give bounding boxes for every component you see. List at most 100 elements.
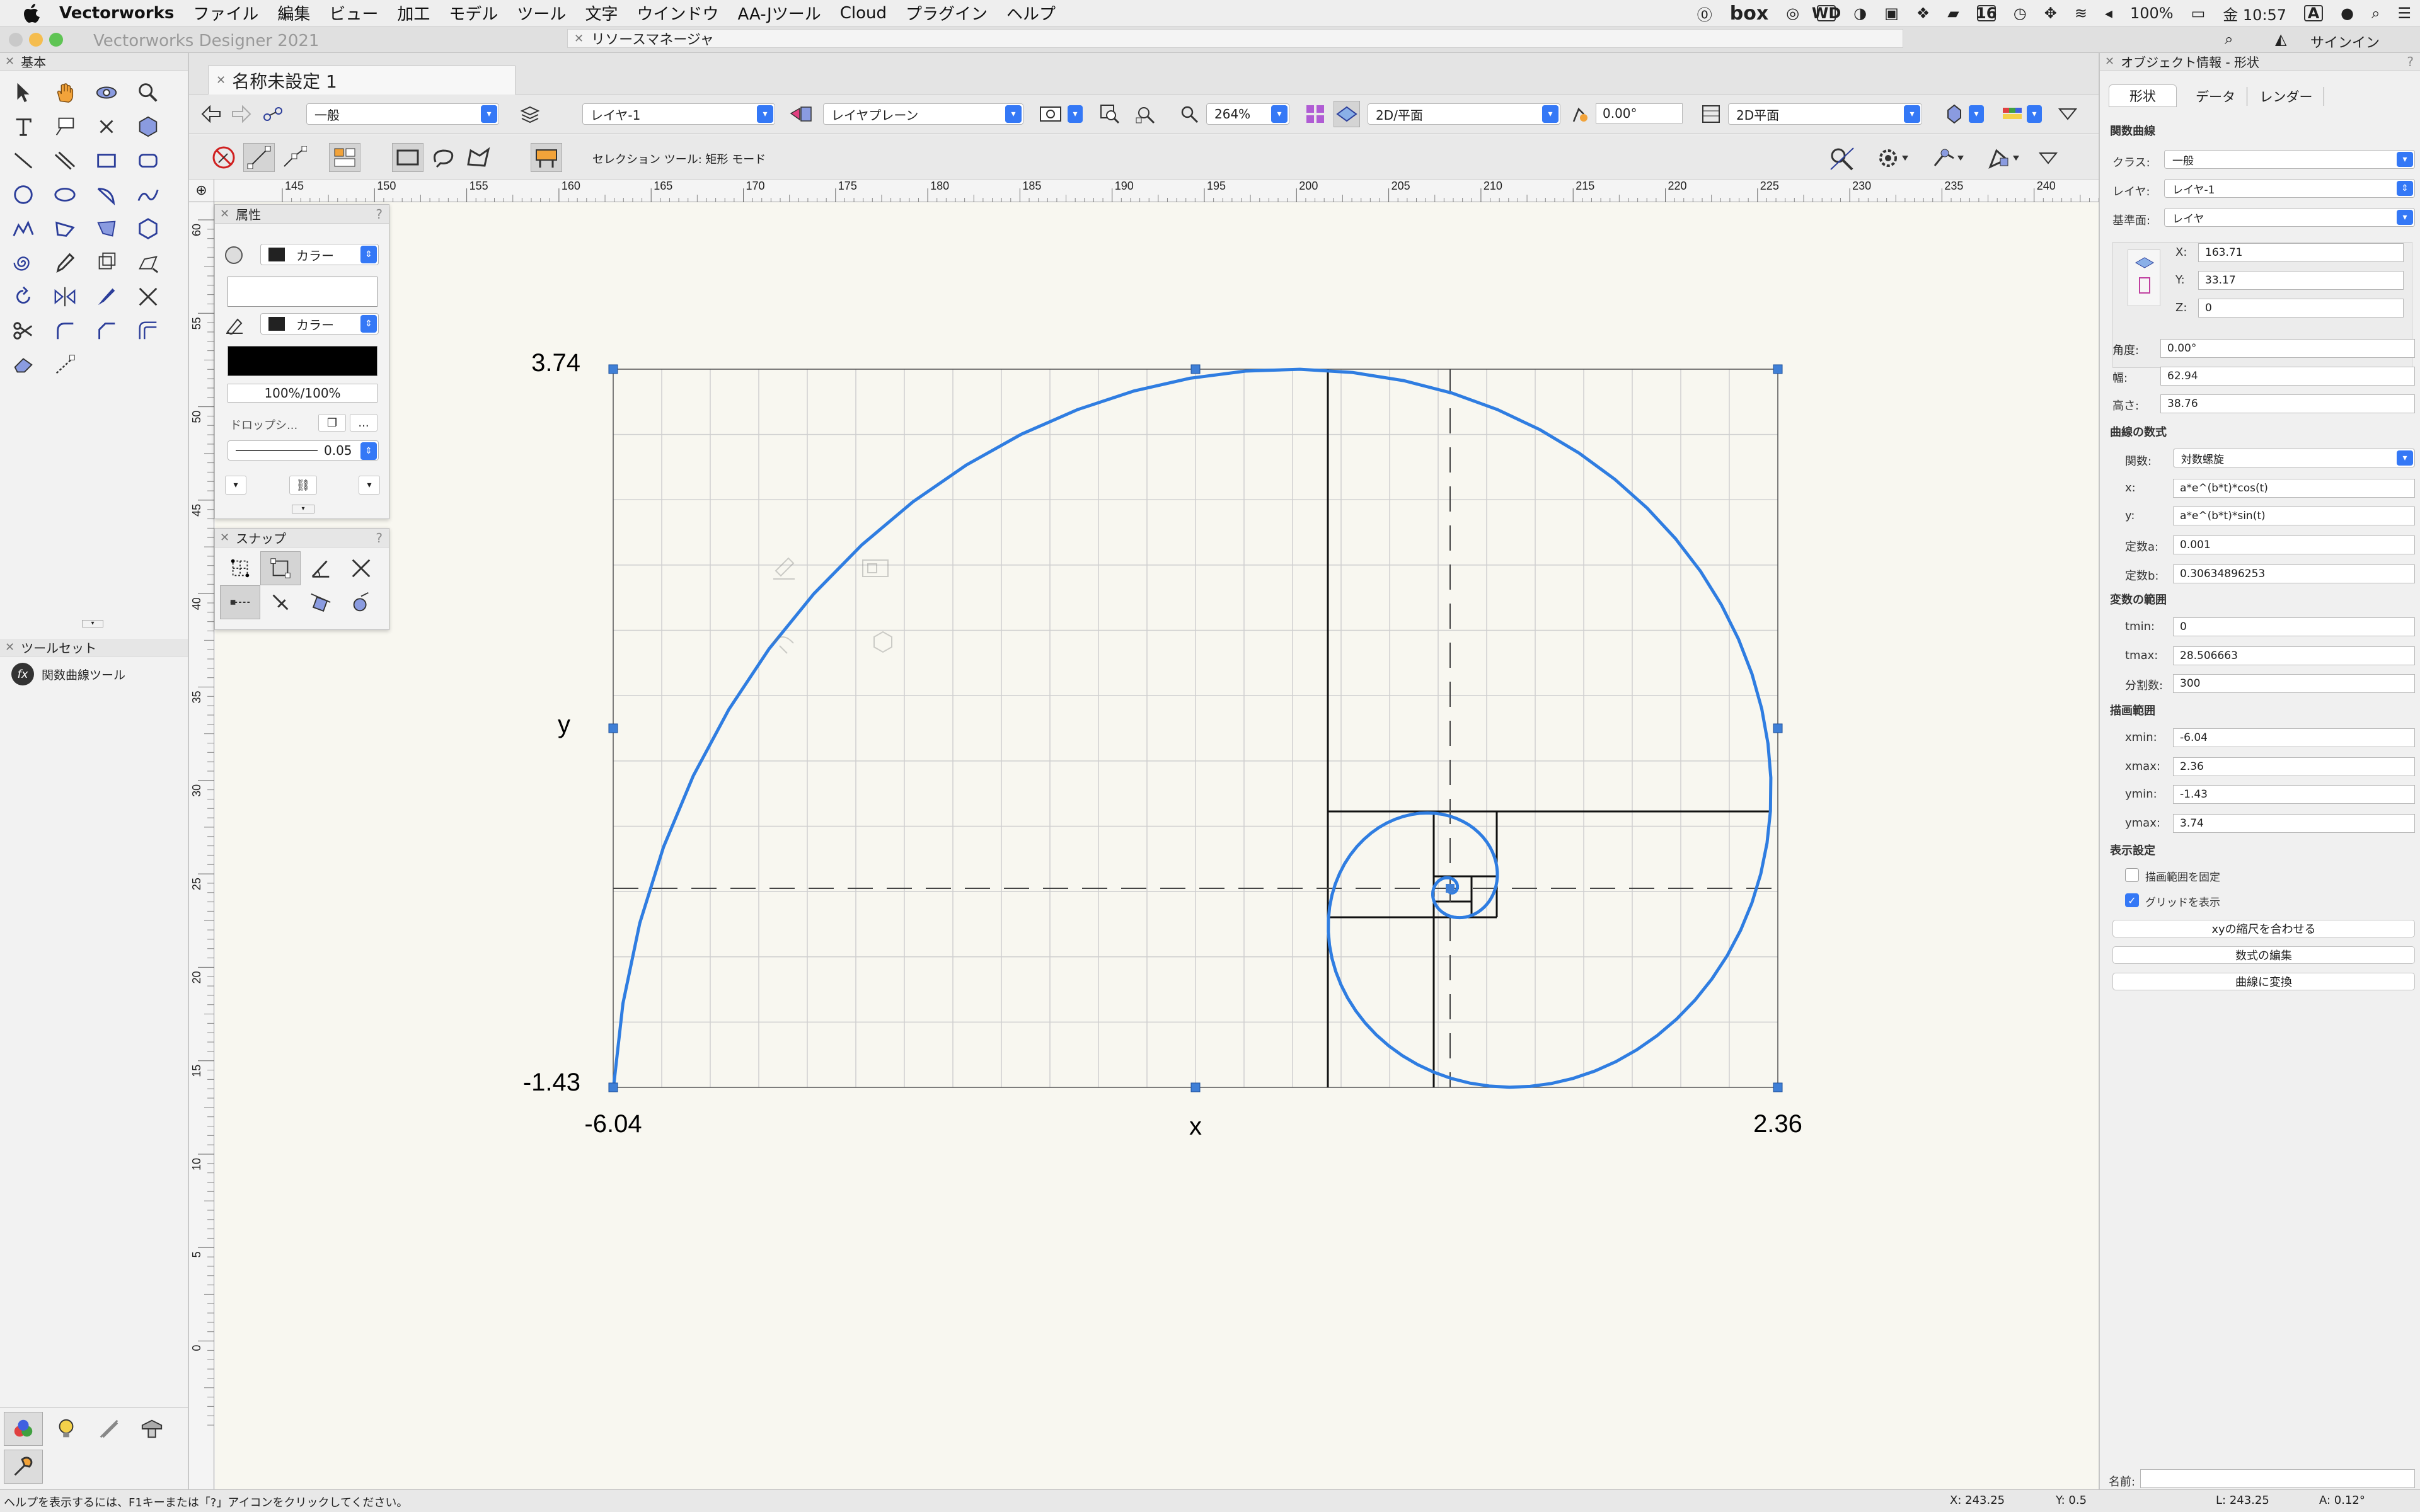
close-icon[interactable]: ✕ [220, 207, 229, 220]
color-tool-set-icon[interactable] [4, 1412, 43, 1446]
snap-to-surface-icon[interactable] [341, 585, 381, 619]
fix-range-checkbox[interactable] [2125, 868, 2139, 882]
lighting-options-icon[interactable] [1941, 101, 1968, 127]
menu-edit[interactable]: 編集 [277, 1, 310, 25]
disable-interactive-scaling-icon[interactable] [208, 143, 239, 172]
reference-point-icon[interactable] [2128, 249, 2160, 306]
circle-tool[interactable] [3, 178, 44, 212]
building-tool-set-icon[interactable] [132, 1412, 171, 1446]
camera-icon[interactable]: ▣ [1884, 4, 1899, 22]
zoom-tool[interactable] [127, 76, 169, 110]
single-object-scaling-icon[interactable] [243, 143, 275, 172]
snap-to-angle-icon[interactable] [301, 551, 341, 585]
selection-handle[interactable] [1190, 364, 1201, 374]
tab-data[interactable]: データ [2184, 87, 2247, 106]
resize-tool[interactable] [127, 246, 169, 280]
fill-style-icon[interactable] [225, 246, 243, 264]
link-icon[interactable]: ⛓ [289, 476, 317, 495]
apple-menu-icon[interactable] [23, 3, 42, 23]
x-field[interactable]: 163.71 [2198, 243, 2404, 262]
back-arrow-icon[interactable] [198, 101, 224, 127]
3d-locus-tool[interactable] [127, 110, 169, 144]
line-tool[interactable] [3, 144, 44, 178]
selection-handle[interactable] [1190, 1082, 1201, 1092]
input-source-icon[interactable]: A [2304, 4, 2324, 22]
move-icon[interactable]: ✥ [2044, 4, 2057, 22]
cloud-icon[interactable]: ◑ [1853, 4, 1867, 22]
double-line-tool[interactable] [44, 144, 86, 178]
wd-icon[interactable]: WD [1812, 4, 1841, 22]
connect-tool[interactable] [44, 348, 86, 382]
sync-icon[interactable]: ◎ [1786, 4, 1799, 22]
oip-plane-dropdown[interactable]: レイヤ ▾ [2164, 208, 2415, 227]
freehand-tool[interactable] [127, 178, 169, 212]
rectangular-marquee-mode-icon[interactable] [392, 143, 424, 172]
notification-bell-icon[interactable]: ◭ [2275, 30, 2286, 48]
smart-edge-icon[interactable] [260, 585, 301, 619]
calendar-icon[interactable]: 16 [1976, 4, 1997, 22]
close-window-button[interactable] [9, 33, 23, 47]
user-icon[interactable]: ● [2341, 4, 2354, 22]
show-grid-checkbox[interactable]: ✓ [2125, 893, 2139, 907]
height-field[interactable]: 38.76 [2160, 394, 2415, 413]
tab-render[interactable]: レンダー [2249, 87, 2324, 106]
oval-tool[interactable] [44, 178, 86, 212]
signin-button[interactable]: サインイン [2310, 32, 2380, 52]
menu-aaj-tools[interactable]: AA-Jツール [737, 1, 821, 25]
formula-x-field[interactable]: a*e^(b*t)*cos(t) [2173, 479, 2415, 498]
layer-icon[interactable] [517, 101, 543, 127]
palette-collapse-toggle[interactable]: ▾ [82, 620, 103, 627]
selection-tool[interactable] [3, 76, 44, 110]
time-machine-icon[interactable]: ◷ [2014, 4, 2027, 22]
selection-handle[interactable] [608, 364, 618, 374]
horizontal-ruler[interactable]: 145 150 155 160 165 170 175 180 185 190 195 200 205 2… [214, 180, 2118, 202]
rotate-tool[interactable] [3, 280, 44, 314]
view-layout-icon[interactable] [1302, 101, 1328, 127]
vertical-ruler[interactable]: 60 55 50 45 40 35 30 25 20 15 10 5 0 [189, 202, 214, 1489]
menu-text[interactable]: 文字 [585, 1, 618, 25]
menu-plugins[interactable]: プラグイン [906, 1, 988, 25]
double-polygon-tool[interactable] [86, 212, 127, 246]
fill-preview[interactable] [228, 277, 377, 307]
menu-modify[interactable]: 加工 [397, 1, 430, 25]
flyover-tool[interactable] [86, 76, 127, 110]
menu-cloud[interactable]: Cloud [840, 4, 887, 23]
control-center-icon[interactable]: ☰ [2397, 4, 2411, 22]
selection-snap-icon[interactable] [1826, 144, 1858, 172]
regular-polygon-tool[interactable] [127, 212, 169, 246]
function-dropdown[interactable]: 対数螺旋 ▾ [2173, 449, 2415, 467]
chevron-down-icon[interactable]: ▾ [1066, 101, 1084, 127]
name-field[interactable] [2140, 1469, 2415, 1488]
toolset-item-function-curve[interactable]: fx 関数曲線ツール [0, 656, 188, 692]
selection-handle[interactable] [1773, 364, 1783, 374]
rotate-plan-icon[interactable] [1567, 101, 1593, 127]
spotlight-icon[interactable]: ⌕ [2371, 4, 2380, 22]
drop-shadow-options-button[interactable]: ... [350, 414, 377, 432]
class-navigation-icon[interactable] [260, 101, 286, 127]
fill-type-dropdown[interactable]: カラー ⇕ [260, 244, 379, 265]
rectangle-tool[interactable] [86, 144, 127, 178]
menu-file[interactable]: ファイル [193, 1, 258, 25]
smart-points-icon[interactable] [220, 585, 260, 619]
view-dropdown[interactable]: 2D/平面 ▾ [1368, 103, 1560, 125]
trim-tool[interactable] [127, 280, 169, 314]
constant-a-field[interactable]: 0.001 [2173, 536, 2415, 554]
line-thickness-dropdown[interactable]: 0.05 ⇕ [228, 440, 379, 461]
menu-tools[interactable]: ツール [517, 1, 566, 25]
pan-tool[interactable] [44, 76, 86, 110]
polygon-lasso-mode-icon[interactable] [463, 143, 494, 172]
menu-view[interactable]: ビュー [329, 1, 378, 25]
text-tool[interactable] [3, 110, 44, 144]
plane-icon[interactable] [788, 101, 814, 127]
layer-dropdown[interactable]: レイヤ-1 ▾ [582, 103, 775, 125]
angle-field[interactable]: 0.00° [2160, 339, 2415, 358]
dimension-tool-set-icon[interactable] [89, 1412, 129, 1446]
menu-help[interactable]: ヘルプ [1006, 1, 1056, 25]
palette-expand-toggle[interactable]: ▾ [292, 505, 314, 513]
menu-window[interactable]: ウインドウ [637, 1, 718, 25]
ymax-field[interactable]: 3.74 [2173, 814, 2415, 833]
help-icon[interactable]: ? [2407, 54, 2414, 69]
polygon-tool[interactable] [44, 212, 86, 246]
constant-b-field[interactable]: 0.30634896253 [2173, 564, 2415, 583]
close-icon[interactable]: ✕ [2105, 55, 2114, 68]
